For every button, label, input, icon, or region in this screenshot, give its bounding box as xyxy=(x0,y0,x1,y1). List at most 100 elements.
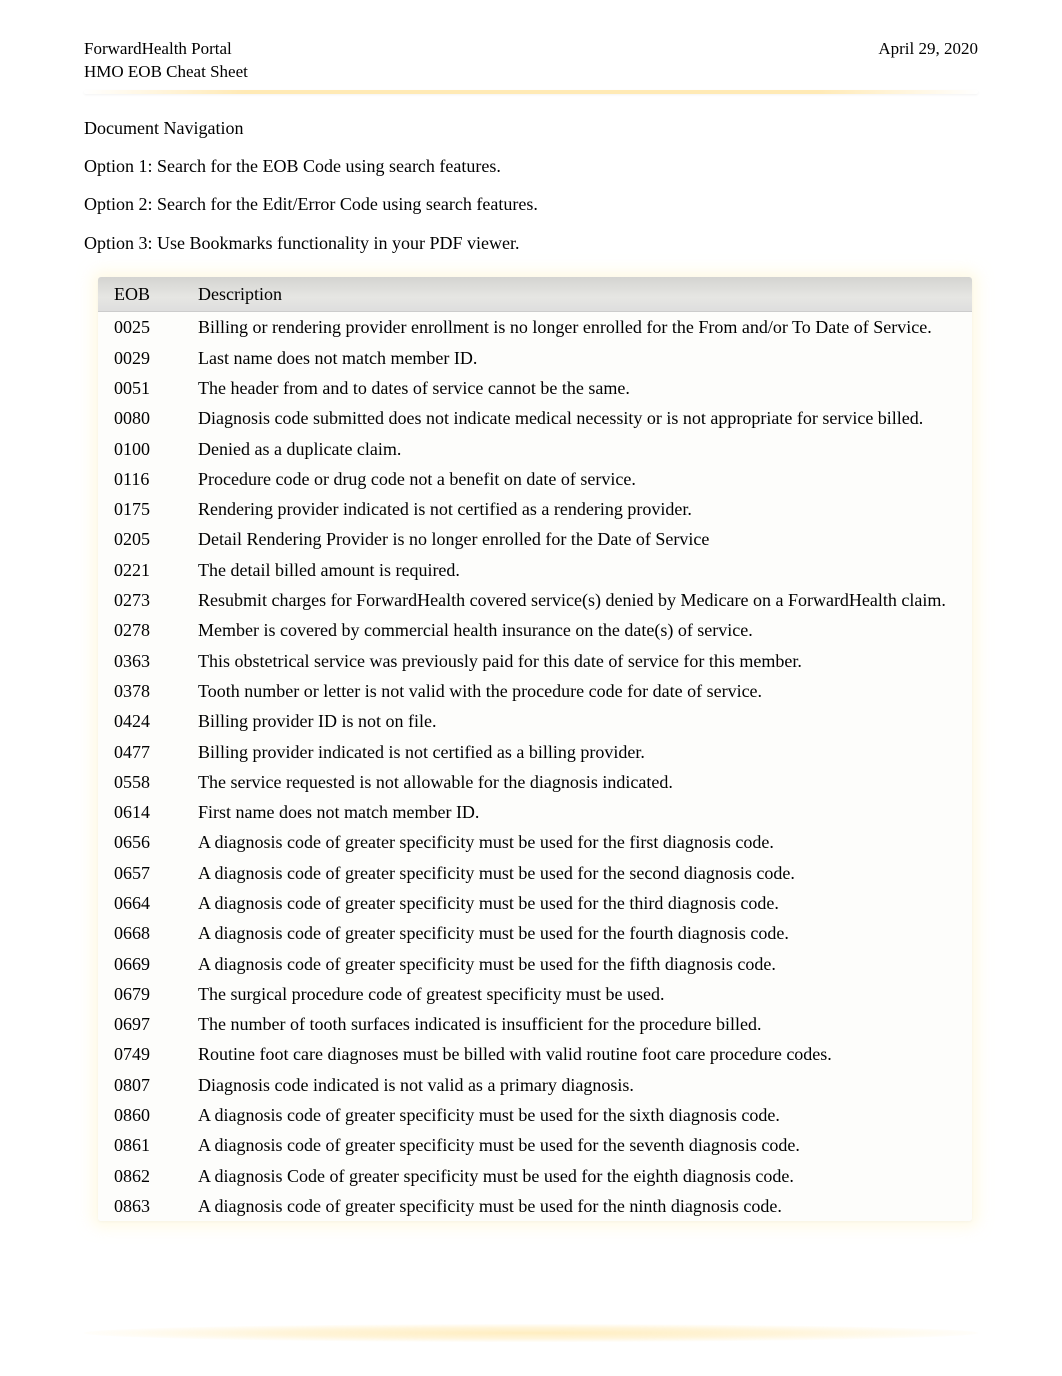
eob-description: Rendering provider indicated is not cert… xyxy=(188,494,972,524)
table-row: 0424Billing provider ID is not on file. xyxy=(98,706,972,736)
nav-title: Document Navigation xyxy=(84,116,978,140)
table-row: 0664A diagnosis code of greater specific… xyxy=(98,888,972,918)
header-date: April 29, 2020 xyxy=(878,38,978,61)
eob-table: EOB Description 0025Billing or rendering… xyxy=(98,277,972,1221)
eob-code: 0029 xyxy=(98,343,188,373)
page-header: ForwardHealth Portal HMO EOB Cheat Sheet… xyxy=(84,38,978,84)
table-row: 0221The detail billed amount is required… xyxy=(98,555,972,585)
eob-description: A diagnosis code of greater specificity … xyxy=(188,858,972,888)
eob-code: 0205 xyxy=(98,524,188,554)
footer-glow xyxy=(84,1324,978,1342)
table-row: 0278Member is covered by commercial heal… xyxy=(98,615,972,645)
eob-code: 0862 xyxy=(98,1161,188,1191)
eob-description: Procedure code or drug code not a benefi… xyxy=(188,464,972,494)
table-header-row: EOB Description xyxy=(98,277,972,312)
eob-description: Resubmit charges for ForwardHealth cover… xyxy=(188,585,972,615)
eob-description: Denied as a duplicate claim. xyxy=(188,434,972,464)
eob-description: A diagnosis code of greater specificity … xyxy=(188,1100,972,1130)
eob-description: Routine foot care diagnoses must be bill… xyxy=(188,1039,972,1069)
header-left: ForwardHealth Portal HMO EOB Cheat Sheet xyxy=(84,38,248,84)
eob-code: 0558 xyxy=(98,767,188,797)
table-row: 0051The header from and to dates of serv… xyxy=(98,373,972,403)
table-row: 0273Resubmit charges for ForwardHealth c… xyxy=(98,585,972,615)
eob-code: 0657 xyxy=(98,858,188,888)
nav-option-2: Option 2: Search for the Edit/Error Code… xyxy=(84,192,978,216)
eob-description: Diagnosis code submitted does not indica… xyxy=(188,403,972,433)
doc-subtitle: HMO EOB Cheat Sheet xyxy=(84,61,248,84)
table-row: 0100Denied as a duplicate claim. xyxy=(98,434,972,464)
eob-description: The service requested is not allowable f… xyxy=(188,767,972,797)
eob-code: 0656 xyxy=(98,827,188,857)
table-row: 0697The number of tooth surfaces indicat… xyxy=(98,1009,972,1039)
table-row: 0363This obstetrical service was previou… xyxy=(98,646,972,676)
eob-description: Billing provider indicated is not certif… xyxy=(188,737,972,767)
eob-description: Billing provider ID is not on file. xyxy=(188,706,972,736)
eob-code: 0477 xyxy=(98,737,188,767)
table-row: 0657A diagnosis code of greater specific… xyxy=(98,858,972,888)
eob-description: A diagnosis code of greater specificity … xyxy=(188,827,972,857)
table-row: 0614First name does not match member ID. xyxy=(98,797,972,827)
eob-description: Member is covered by commercial health i… xyxy=(188,615,972,645)
eob-code: 0051 xyxy=(98,373,188,403)
table-row: 0025Billing or rendering provider enroll… xyxy=(98,312,972,343)
eob-description: Billing or rendering provider enrollment… xyxy=(188,312,972,343)
eob-table-wrap: EOB Description 0025Billing or rendering… xyxy=(98,277,972,1221)
eob-code: 0175 xyxy=(98,494,188,524)
col-header-description: Description xyxy=(188,277,972,312)
eob-description: The detail billed amount is required. xyxy=(188,555,972,585)
eob-code: 0116 xyxy=(98,464,188,494)
document-page: ForwardHealth Portal HMO EOB Cheat Sheet… xyxy=(0,0,1062,1281)
eob-code: 0749 xyxy=(98,1039,188,1069)
eob-code: 0273 xyxy=(98,585,188,615)
table-row: 0477Billing provider indicated is not ce… xyxy=(98,737,972,767)
eob-description: A diagnosis code of greater specificity … xyxy=(188,1130,972,1160)
col-header-eob: EOB xyxy=(98,277,188,312)
table-row: 0175Rendering provider indicated is not … xyxy=(98,494,972,524)
eob-code: 0080 xyxy=(98,403,188,433)
eob-code: 0378 xyxy=(98,676,188,706)
table-row: 0679The surgical procedure code of great… xyxy=(98,979,972,1009)
eob-code: 0363 xyxy=(98,646,188,676)
table-row: 0656A diagnosis code of greater specific… xyxy=(98,827,972,857)
eob-description: The surgical procedure code of greatest … xyxy=(188,979,972,1009)
eob-code: 0861 xyxy=(98,1130,188,1160)
eob-code: 0025 xyxy=(98,312,188,343)
table-row: 0863A diagnosis code of greater specific… xyxy=(98,1191,972,1221)
eob-description: A diagnosis code of greater specificity … xyxy=(188,1191,972,1221)
eob-description: This obstetrical service was previously … xyxy=(188,646,972,676)
eob-description: First name does not match member ID. xyxy=(188,797,972,827)
eob-description: A diagnosis code of greater specificity … xyxy=(188,918,972,948)
table-row: 0080Diagnosis code submitted does not in… xyxy=(98,403,972,433)
table-row: 0029Last name does not match member ID. xyxy=(98,343,972,373)
table-body: 0025Billing or rendering provider enroll… xyxy=(98,312,972,1221)
eob-description: Last name does not match member ID. xyxy=(188,343,972,373)
table-row: 0749Routine foot care diagnoses must be … xyxy=(98,1039,972,1069)
eob-code: 0614 xyxy=(98,797,188,827)
eob-description: Tooth number or letter is not valid with… xyxy=(188,676,972,706)
eob-code: 0860 xyxy=(98,1100,188,1130)
table-row: 0807Diagnosis code indicated is not vali… xyxy=(98,1070,972,1100)
eob-code: 0697 xyxy=(98,1009,188,1039)
eob-code: 0100 xyxy=(98,434,188,464)
eob-code: 0668 xyxy=(98,918,188,948)
table-row: 0378Tooth number or letter is not valid … xyxy=(98,676,972,706)
eob-code: 0424 xyxy=(98,706,188,736)
nav-option-3: Option 3: Use Bookmarks functionality in… xyxy=(84,231,978,255)
eob-description: A diagnosis Code of greater specificity … xyxy=(188,1161,972,1191)
table-row: 0116Procedure code or drug code not a be… xyxy=(98,464,972,494)
eob-description: The header from and to dates of service … xyxy=(188,373,972,403)
nav-option-1: Option 1: Search for the EOB Code using … xyxy=(84,154,978,178)
eob-code: 0863 xyxy=(98,1191,188,1221)
table-row: 0861A diagnosis code of greater specific… xyxy=(98,1130,972,1160)
table-row: 0558The service requested is not allowab… xyxy=(98,767,972,797)
table-row: 0669A diagnosis code of greater specific… xyxy=(98,949,972,979)
table-row: 0668A diagnosis code of greater specific… xyxy=(98,918,972,948)
header-divider xyxy=(84,90,978,94)
table-row: 0205Detail Rendering Provider is no long… xyxy=(98,524,972,554)
portal-title: ForwardHealth Portal xyxy=(84,38,248,61)
eob-description: A diagnosis code of greater specificity … xyxy=(188,888,972,918)
eob-code: 0807 xyxy=(98,1070,188,1100)
eob-code: 0221 xyxy=(98,555,188,585)
table-row: 0860A diagnosis code of greater specific… xyxy=(98,1100,972,1130)
eob-description: Detail Rendering Provider is no longer e… xyxy=(188,524,972,554)
